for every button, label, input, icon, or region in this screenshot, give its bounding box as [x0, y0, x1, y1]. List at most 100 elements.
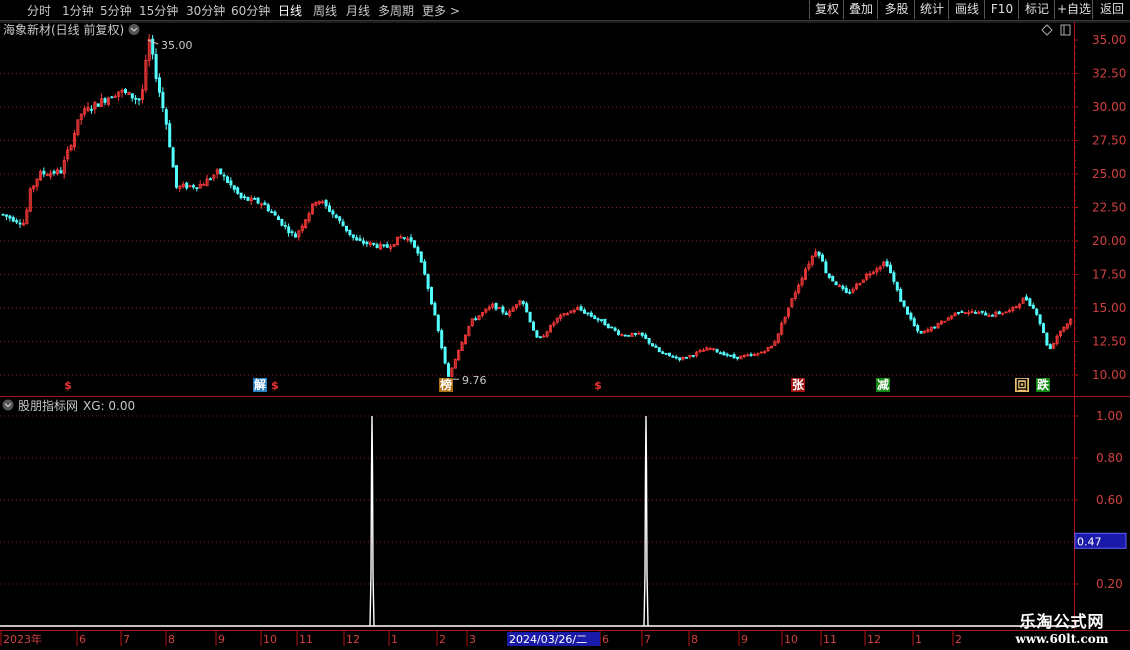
candle-body	[640, 332, 644, 336]
event-marker[interactable]: 减	[877, 377, 889, 392]
price-tick-label: 25.00	[1092, 167, 1126, 181]
candle-body	[382, 244, 386, 247]
candle-body	[1031, 304, 1035, 309]
price-tick-label: 15.00	[1092, 301, 1126, 315]
candle-body	[341, 221, 345, 227]
candle-body	[351, 234, 355, 238]
watermark-url: www.60lt.com	[1015, 632, 1109, 646]
xaxis-label: 1	[915, 633, 922, 646]
candle-body	[600, 319, 604, 321]
xaxis-label: 2	[439, 633, 446, 646]
candle-body	[219, 168, 223, 175]
candle-body	[402, 237, 406, 239]
candle-body	[817, 251, 821, 256]
candle-body	[11, 217, 15, 222]
xaxis-label: 12	[346, 633, 360, 646]
candle-body	[42, 170, 46, 175]
candle-body	[504, 312, 508, 315]
diamond-icon[interactable]	[1041, 24, 1053, 36]
candle-body	[372, 242, 376, 245]
candle-body	[419, 251, 423, 263]
candle-body	[613, 327, 617, 331]
candle-body	[895, 282, 899, 291]
candle-body	[130, 93, 134, 99]
candle-body	[416, 246, 420, 254]
event-marker[interactable]: 回	[1016, 378, 1028, 392]
candle-body	[1048, 344, 1052, 350]
candle-body	[651, 343, 655, 347]
candle-body	[634, 333, 638, 335]
candle-body	[8, 215, 12, 219]
candle-body	[627, 334, 631, 337]
candle-body	[446, 363, 450, 377]
candle-body	[906, 306, 910, 315]
candle-body	[729, 354, 733, 357]
price-tick-label: 27.50	[1092, 134, 1126, 148]
candle-body	[909, 312, 913, 320]
candle-body	[174, 165, 178, 188]
candle-body	[409, 237, 413, 242]
kline-chart[interactable]: 35.00 9.76 35.00 32.50 30.00 27.50 25.00 22.50…	[0, 0, 1130, 650]
candle-body	[596, 318, 600, 321]
event-marker[interactable]: 跌	[1037, 377, 1050, 392]
candle-body	[844, 287, 848, 293]
event-marker[interactable]: 榜	[440, 377, 452, 392]
candle-body	[668, 352, 672, 356]
candle-body	[443, 347, 447, 364]
candle-body	[137, 98, 141, 101]
xaxis-label: 8	[691, 633, 698, 646]
candle-body	[344, 225, 348, 232]
indicator-series	[0, 415, 1074, 627]
candle-body	[1028, 298, 1032, 306]
candle-body	[246, 196, 250, 201]
candle-body	[957, 311, 961, 314]
candle-body	[644, 334, 648, 339]
candle-body	[525, 303, 529, 313]
candle-body	[725, 353, 729, 356]
candle-body	[161, 91, 165, 109]
candle-body	[902, 300, 906, 307]
price-tick-label: 17.50	[1092, 268, 1126, 282]
candle-body	[124, 89, 128, 94]
xaxis-label: 12	[867, 633, 881, 646]
candle-body	[225, 176, 229, 183]
candle-body	[732, 354, 736, 359]
event-marker[interactable]: 解	[254, 377, 266, 392]
candle-body	[715, 348, 719, 353]
chart-menu-icon[interactable]	[128, 24, 140, 35]
candle-body	[157, 77, 161, 93]
candle-body	[494, 302, 498, 310]
candle-body	[134, 97, 138, 100]
candle-body	[538, 336, 542, 339]
event-marker[interactable]: $	[271, 379, 279, 392]
candle-body	[270, 211, 274, 214]
indicator-title: 股朋指标网	[18, 398, 78, 413]
candlestick-series: 35.00 9.76	[1, 33, 1073, 387]
xaxis-label: 3	[469, 633, 476, 646]
candle-body	[385, 244, 389, 248]
candle-body	[657, 347, 661, 353]
candle-body	[324, 200, 328, 207]
candle-body	[110, 96, 114, 99]
candle-body	[1025, 296, 1029, 301]
candle-body	[610, 326, 614, 329]
candle-body	[997, 311, 1001, 315]
candle-body	[440, 330, 444, 349]
cursor-date: 2024/03/26/二	[509, 633, 587, 646]
candle-body	[331, 210, 335, 215]
panel-toggle-icon[interactable]	[1060, 24, 1071, 36]
candle-body	[283, 225, 287, 227]
event-marker[interactable]: $	[64, 379, 72, 392]
candle-body	[426, 274, 430, 289]
candle-body	[736, 356, 740, 359]
price-tick-label: 12.50	[1092, 335, 1126, 349]
event-marker[interactable]: $	[594, 379, 602, 392]
indicator-tick-label: 0.60	[1096, 493, 1123, 507]
candle-body	[664, 352, 668, 355]
candle-body	[287, 226, 291, 234]
candle-body	[603, 318, 607, 326]
indicator-menu-icon[interactable]	[2, 399, 14, 411]
event-marker[interactable]: 张	[792, 377, 805, 392]
candle-body	[5, 214, 9, 217]
xaxis-label: 9	[741, 633, 748, 646]
